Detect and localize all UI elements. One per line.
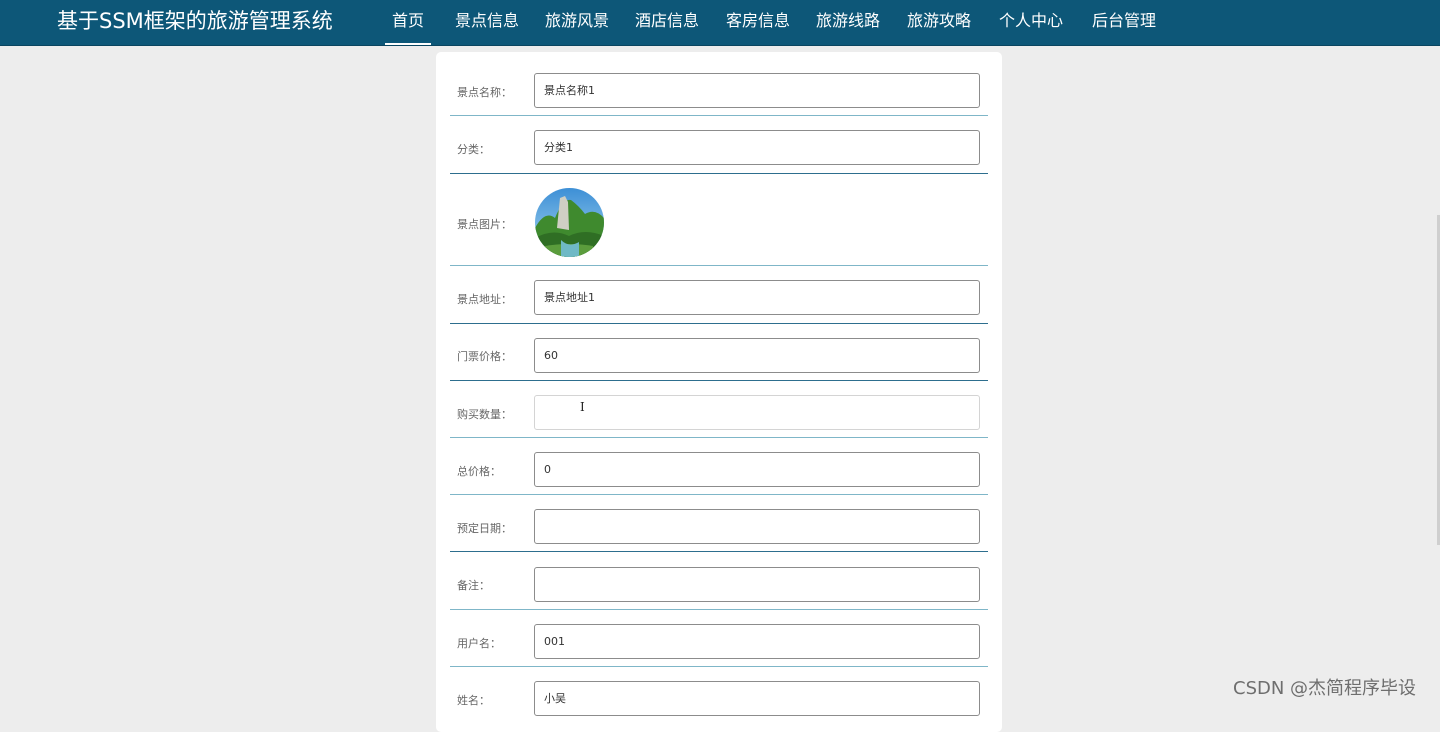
text-cursor-icon: I [580,400,585,414]
nav-scenic-info[interactable]: 景点信息 [455,0,519,45]
row-divider [450,115,988,116]
total-price-input[interactable]: 0 [534,452,980,487]
row-divider [450,437,988,438]
row-divider [450,265,988,266]
booking-date-input[interactable] [534,509,980,544]
row-divider [450,323,988,324]
field-label-scenic-image: 景点图片： [457,218,512,231]
username-input[interactable]: 001 [534,624,980,659]
nav-travel-routes[interactable]: 旅游线路 [816,0,880,45]
scenic-address-input[interactable]: 景点地址1 [534,280,980,315]
top-navbar: 基于SSM框架的旅游管理系统 首页 景点信息 旅游风景 酒店信息 客房信息 旅游… [0,0,1440,46]
site-title: 基于SSM框架的旅游管理系统 [57,9,333,33]
field-label-name: 姓名： [457,694,490,707]
field-label-ticket-price: 门票价格： [457,350,512,363]
csdn-watermark: CSDN @杰简程序毕设 [1233,678,1417,699]
nav-travel-guides[interactable]: 旅游攻略 [907,0,971,45]
name-input[interactable]: 小吴 [534,681,980,716]
row-divider [450,551,988,552]
row-divider [450,173,988,174]
field-label-purchase-quantity: 购买数量： [457,408,512,421]
field-label-scenic-name: 景点名称： [457,86,512,99]
field-label-remarks: 备注： [457,579,490,592]
field-label-total-price: 总价格： [457,465,501,478]
field-label-scenic-address: 景点地址： [457,293,512,306]
field-label-category: 分类： [457,143,490,156]
scenic-photo-image[interactable] [535,188,604,257]
field-label-username: 用户名： [457,637,501,650]
nav-travel-scenery[interactable]: 旅游风景 [545,0,609,45]
row-divider [450,609,988,610]
scenic-name-input[interactable]: 景点名称1 [534,73,980,108]
nav-personal-center[interactable]: 个人中心 [999,0,1063,45]
ticket-price-input[interactable]: 60 [534,338,980,373]
purchase-quantity-input[interactable] [534,395,980,430]
field-label-booking-date: 预定日期： [457,522,512,535]
row-divider [450,494,988,495]
category-input[interactable]: 分类1 [534,130,980,165]
nav-admin[interactable]: 后台管理 [1092,0,1156,45]
nav-room-info[interactable]: 客房信息 [726,0,790,45]
nav-hotel-info[interactable]: 酒店信息 [635,0,699,45]
row-divider [450,666,988,667]
remarks-input[interactable] [534,567,980,602]
nav-home[interactable]: 首页 [385,0,431,45]
row-divider [450,380,988,381]
